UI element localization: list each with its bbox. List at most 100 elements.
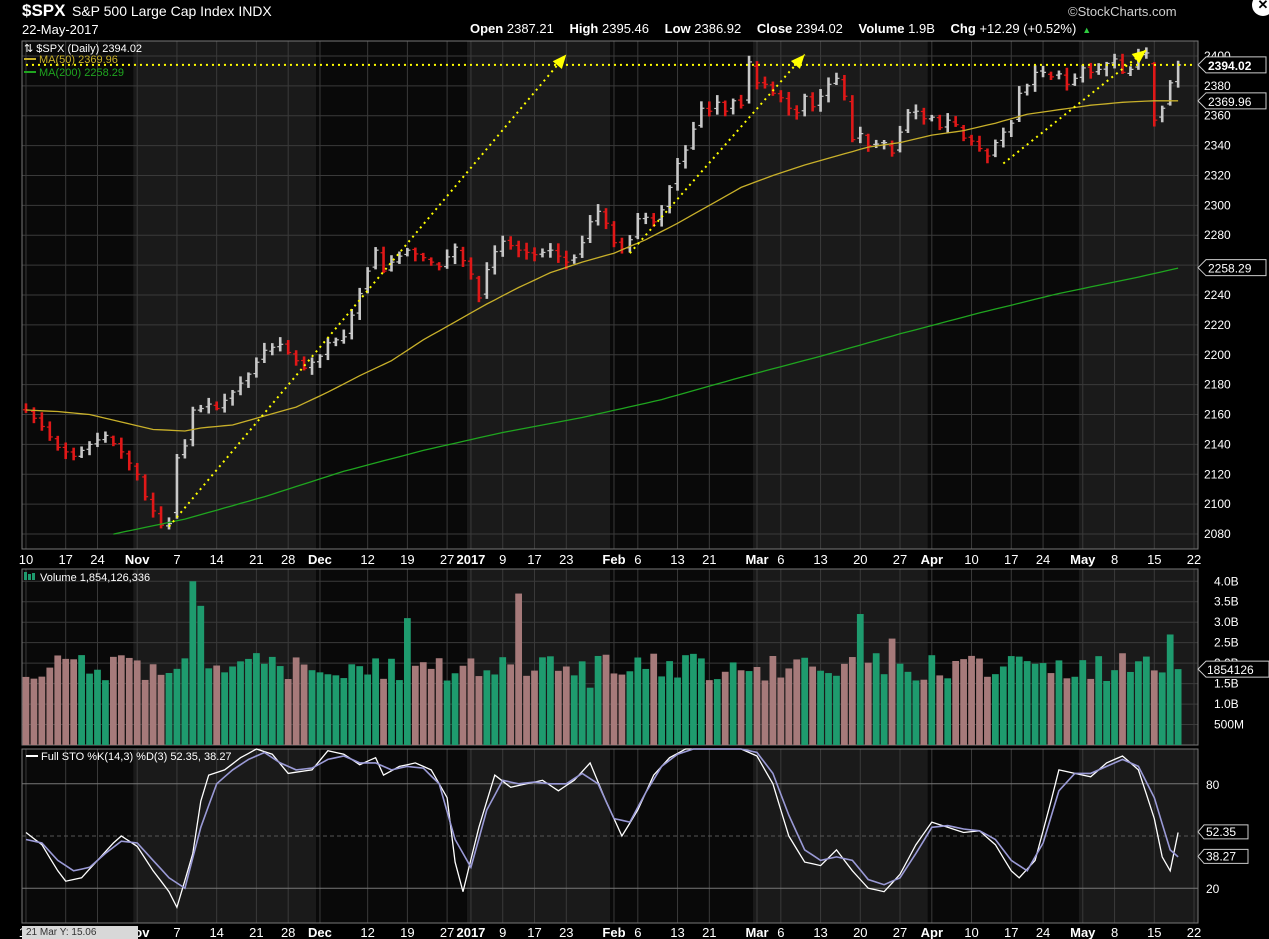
volume-tick-label: 500M xyxy=(1214,718,1244,732)
volume-bar xyxy=(102,680,109,745)
x-tick-label: 27 xyxy=(893,925,907,939)
volume-bar xyxy=(467,658,475,745)
volume-bar xyxy=(173,668,181,745)
volume-bar xyxy=(658,676,666,745)
volume-bar xyxy=(46,667,54,745)
price-tick-label: 2180 xyxy=(1204,378,1231,392)
volume-bar xyxy=(793,659,801,745)
volume-bar xyxy=(419,662,427,745)
price-tick-label: 2160 xyxy=(1204,408,1231,422)
volume-bar xyxy=(491,674,499,745)
x-tick-label: Mar xyxy=(745,552,768,567)
volume-bar xyxy=(626,671,634,745)
volume-bar xyxy=(133,660,141,745)
volume-bar xyxy=(340,678,348,745)
price-tick-label: 2080 xyxy=(1204,527,1231,541)
price-tick-label: 2380 xyxy=(1204,79,1231,93)
volume-bar xyxy=(149,664,157,745)
x-tick-label: 17 xyxy=(527,925,541,939)
volume-bar xyxy=(650,653,658,745)
price-flag-label: 2258.29 xyxy=(1208,262,1252,276)
x-tick-label: 6 xyxy=(777,552,784,567)
x-tick-label: 12 xyxy=(360,925,374,939)
volume-bar xyxy=(1079,660,1087,745)
volume-bar xyxy=(1127,671,1134,745)
volume-bar xyxy=(308,670,316,745)
volume-bar xyxy=(547,656,554,745)
x-tick-label: Mar xyxy=(745,925,768,939)
x-tick-label: 23 xyxy=(559,552,573,567)
volume-bar xyxy=(674,677,681,745)
x-tick-label: 17 xyxy=(58,552,72,567)
volume-bar xyxy=(1087,678,1095,745)
volume-bar xyxy=(117,655,125,745)
volume-bar xyxy=(86,673,93,745)
volume-legend-icon xyxy=(32,573,35,580)
x-tick-label: 9 xyxy=(499,925,506,939)
volume-bar xyxy=(1111,670,1118,745)
volume-bar xyxy=(737,670,745,745)
volume-bar xyxy=(1174,669,1182,745)
x-tick-label: Nov xyxy=(125,552,150,567)
volume-bar xyxy=(268,656,276,745)
volume-bar xyxy=(292,657,300,745)
volume-bar xyxy=(960,659,967,745)
volume-bar xyxy=(435,658,443,745)
volume-bar xyxy=(785,668,793,745)
volume-bar xyxy=(602,654,610,745)
volume-tick-label: 1.5B xyxy=(1214,677,1239,691)
volume-bar xyxy=(451,673,459,745)
volume-bar xyxy=(777,677,785,745)
volume-bar xyxy=(920,679,928,745)
volume-bar xyxy=(78,655,85,745)
price-tick-label: 2120 xyxy=(1204,467,1231,481)
x-tick-label: Apr xyxy=(921,925,943,939)
chart-canvas[interactable]: 2080210021202140216021802200222022402260… xyxy=(0,0,1269,939)
volume-bar xyxy=(396,680,403,745)
x-tick-label: 7 xyxy=(173,925,180,939)
volume-bar xyxy=(507,664,515,745)
x-tick-label: 14 xyxy=(209,925,223,939)
price-tick-label: 2360 xyxy=(1204,109,1231,123)
volume-flag-label: 1854126 xyxy=(1207,663,1254,677)
volume-bar xyxy=(531,670,538,745)
volume-bar xyxy=(705,680,713,745)
x-tick-label: 27 xyxy=(440,552,454,567)
volume-bar xyxy=(610,673,618,745)
x-tick-label: 10 xyxy=(964,552,978,567)
volume-bar xyxy=(1015,656,1023,745)
volume-bar xyxy=(404,618,411,745)
x-tick-label: 17 xyxy=(1004,552,1018,567)
x-tick-label: Dec xyxy=(308,925,332,939)
x-tick-label: 21 xyxy=(249,552,263,567)
volume-bar xyxy=(912,680,920,745)
x-tick-label: 2017 xyxy=(456,925,485,939)
volume-bar xyxy=(841,663,848,745)
volume-bar xyxy=(1071,676,1079,745)
volume-bar xyxy=(721,671,729,745)
price-flag-label: 2394.02 xyxy=(1208,59,1252,73)
volume-bar xyxy=(276,666,284,745)
price-tick-label: 2240 xyxy=(1204,288,1231,302)
volume-bar xyxy=(1158,672,1166,745)
volume-bar xyxy=(54,655,62,745)
volume-bar xyxy=(769,656,777,745)
volume-bar xyxy=(682,655,689,745)
x-tick-label: 22 xyxy=(1187,552,1201,567)
x-tick-label: 24 xyxy=(1036,552,1050,567)
price-tick-label: 2300 xyxy=(1204,198,1231,212)
x-tick-label: 28 xyxy=(281,925,295,939)
volume-bar xyxy=(197,605,205,745)
volume-bar xyxy=(316,672,324,745)
volume-bar xyxy=(515,593,522,745)
volume-bar xyxy=(968,655,975,745)
volume-bar xyxy=(141,679,149,745)
stochastic-tick-label: 80 xyxy=(1206,778,1220,792)
volume-bar xyxy=(427,668,435,745)
x-tick-label: 24 xyxy=(1036,925,1050,939)
volume-bar xyxy=(364,674,372,745)
volume-bar xyxy=(1047,673,1055,745)
volume-tick-label: 3.5B xyxy=(1214,595,1239,609)
volume-bar xyxy=(125,657,133,745)
volume-bar xyxy=(221,672,228,745)
